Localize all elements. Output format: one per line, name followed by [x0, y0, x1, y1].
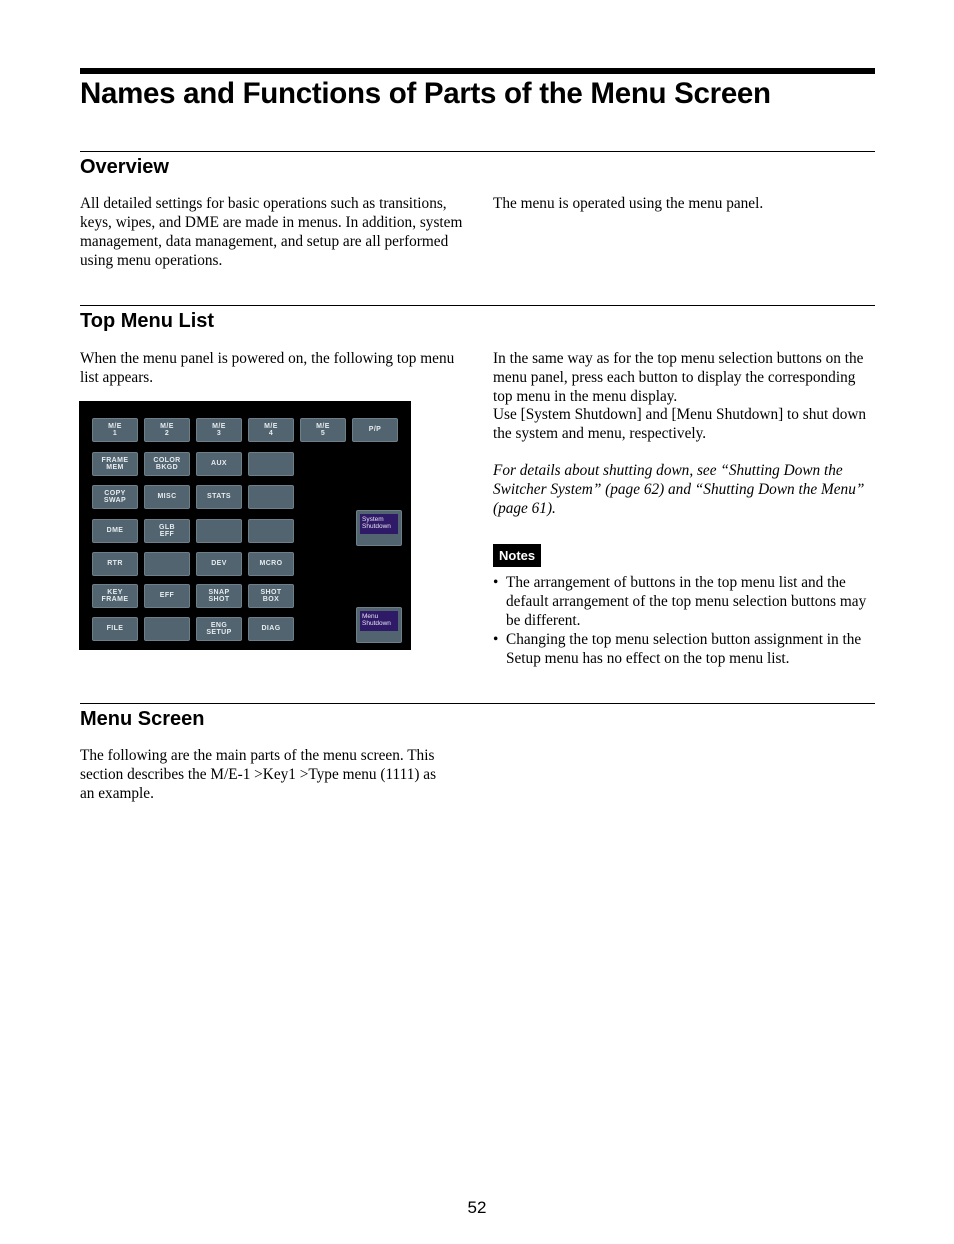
note-item: Changing the top menu selection button a…: [493, 630, 878, 668]
menu-button-blank[interactable]: [248, 452, 294, 476]
menu-button-me4[interactable]: M/E 4: [248, 418, 294, 442]
menu-screen-text: The following are the main parts of the …: [80, 747, 437, 802]
menu-button-rtr[interactable]: RTR: [92, 552, 138, 576]
shutdown-reference: For details about shutting down, see “Sh…: [493, 462, 865, 517]
notes-badge: Notes: [493, 544, 542, 567]
overview-right-text: The menu is operated using the menu pane…: [493, 195, 764, 212]
menu-button-copy-swap[interactable]: COPY SWAP: [92, 485, 138, 509]
menu-button-blank[interactable]: [248, 519, 294, 543]
menu-button-snap-shot[interactable]: SNAP SHOT: [196, 584, 242, 608]
menu-button-blank[interactable]: [196, 519, 242, 543]
section-rule-menu-screen: [80, 703, 875, 704]
menu-button-eff[interactable]: EFF: [144, 584, 190, 608]
menu-button-me3[interactable]: M/E 3: [196, 418, 242, 442]
menu-button-blank[interactable]: [248, 485, 294, 509]
section-rule-top-menu-list: [80, 305, 875, 306]
menu-button-aux[interactable]: AUX: [196, 452, 242, 476]
system-shutdown-label: System Shutdown: [360, 514, 398, 534]
menu-button-me5[interactable]: M/E 5: [300, 418, 346, 442]
menu-shutdown-button[interactable]: Menu Shutdown: [356, 607, 402, 643]
menu-button-dev[interactable]: DEV: [196, 552, 242, 576]
menu-button-eng-setup[interactable]: ENG SETUP: [196, 617, 242, 641]
overview-left-text: All detailed settings for basic operatio…: [80, 195, 463, 269]
section-heading-overview: Overview: [80, 156, 169, 178]
menu-button-frame-mem[interactable]: FRAME MEM: [92, 452, 138, 476]
top-menu-right-text-1: In the same way as for the top menu sele…: [493, 350, 864, 405]
section-heading-top-menu-list: Top Menu List: [80, 310, 215, 332]
menu-button-shot-box[interactable]: SHOT BOX: [248, 584, 294, 608]
page-title: Names and Functions of Parts of the Menu…: [80, 77, 771, 110]
menu-button-diag[interactable]: DIAG: [248, 617, 294, 641]
menu-shutdown-label: Menu Shutdown: [360, 611, 398, 631]
notes-list: The arrangement of buttons in the top me…: [493, 573, 878, 668]
note-item: The arrangement of buttons in the top me…: [493, 573, 878, 630]
menu-button-misc[interactable]: MISC: [144, 485, 190, 509]
menu-button-glb-eff[interactable]: GLB EFF: [144, 519, 190, 543]
section-rule-overview: [80, 151, 875, 152]
menu-button-me1[interactable]: M/E 1: [92, 418, 138, 442]
menu-button-blank[interactable]: [144, 617, 190, 641]
system-shutdown-button[interactable]: System Shutdown: [356, 510, 402, 546]
menu-button-dme[interactable]: DME: [92, 519, 138, 543]
menu-button-mcro[interactable]: MCRO: [248, 552, 294, 576]
top-menu-left-text: When the menu panel is powered on, the f…: [80, 350, 455, 386]
menu-button-pp[interactable]: P/P: [352, 418, 398, 442]
menu-button-me2[interactable]: M/E 2: [144, 418, 190, 442]
page-number: 52: [467, 1198, 487, 1217]
top-menu-list-panel: M/E 1 M/E 2 M/E 3 M/E 4 M/E 5 P/P FRAME …: [79, 401, 411, 650]
menu-button-blank[interactable]: [144, 552, 190, 576]
top-menu-right-text-2: Use [System Shutdown] and [Menu Shutdown…: [493, 406, 867, 442]
section-heading-menu-screen: Menu Screen: [80, 708, 205, 730]
menu-button-stats[interactable]: STATS: [196, 485, 242, 509]
menu-button-color-bkgd[interactable]: COLOR BKGD: [144, 452, 190, 476]
menu-button-key-frame[interactable]: KEY FRAME: [92, 584, 138, 608]
title-rule: [80, 68, 875, 74]
menu-button-file[interactable]: FILE: [92, 617, 138, 641]
